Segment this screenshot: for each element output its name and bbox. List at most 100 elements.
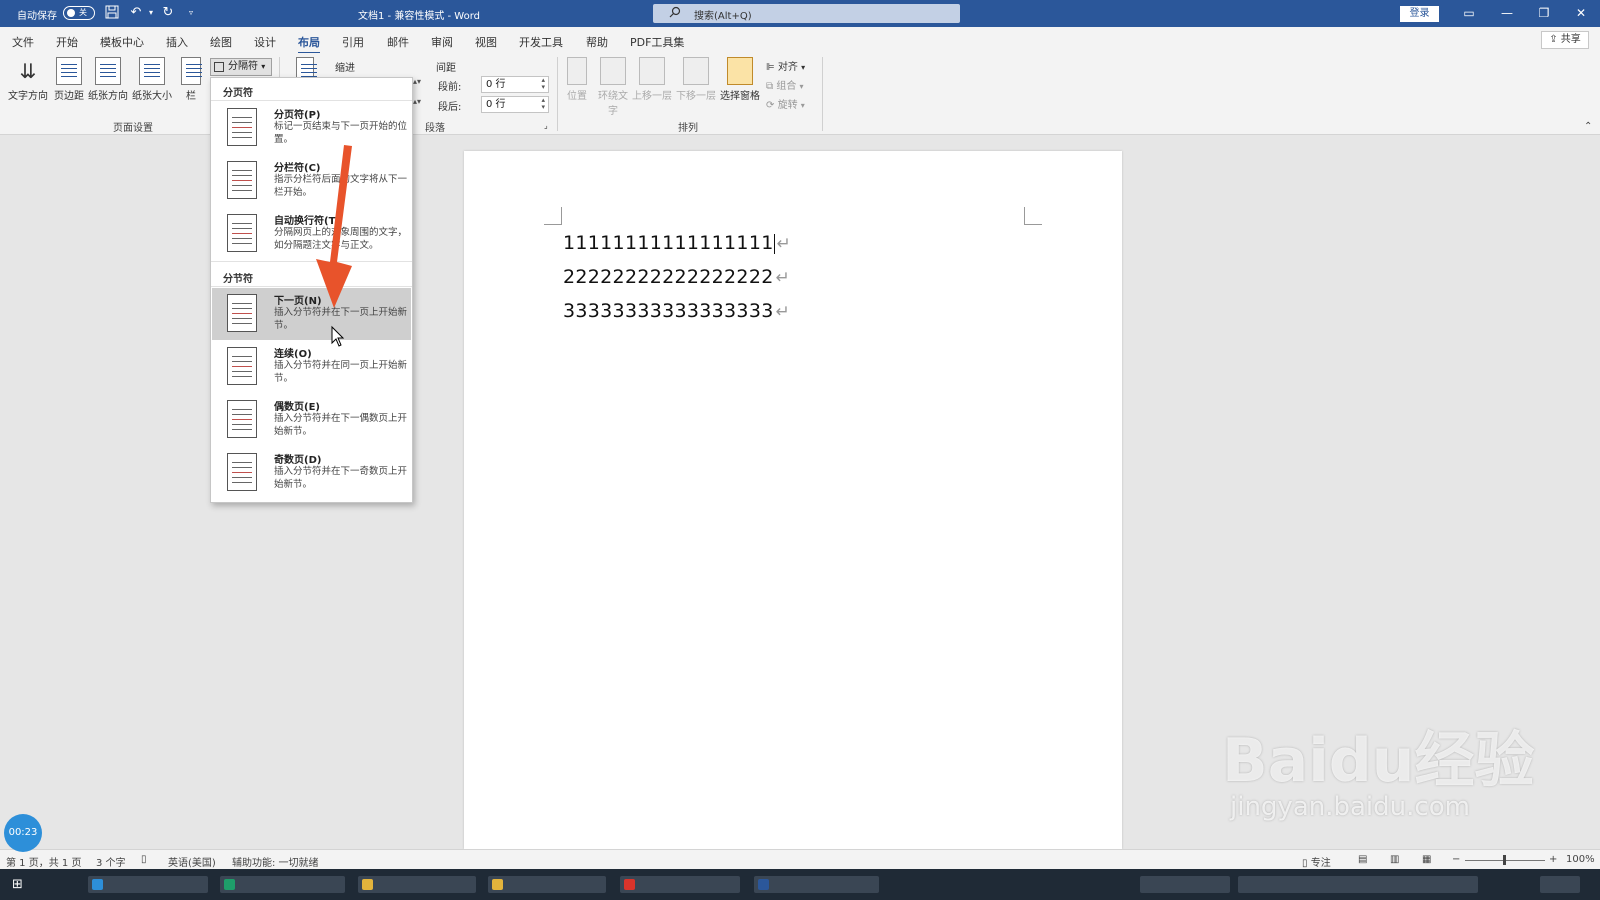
menu-item-description: 插入分节符并在下一偶数页上开始新节。 (274, 413, 408, 437)
group-separator (822, 57, 823, 131)
menu-item-description: 指示分栏符后面的文字将从下一栏开始。 (274, 174, 408, 198)
size-button[interactable]: 纸张大小 (131, 57, 173, 102)
document-line-2[interactable]: 22222222222222222 ↵ (563, 266, 790, 288)
bring-forward-label: 上移一层 (632, 91, 672, 102)
tab-file[interactable]: 文件 (12, 34, 34, 50)
spinner-icon[interactable]: ▴ ▾ (541, 77, 545, 91)
spinner-icon[interactable]: ▴ ▾ (541, 97, 545, 111)
tab-layout[interactable]: 布局 (298, 34, 320, 54)
indent-left-spinner-arrows[interactable]: ▴▾ (413, 77, 421, 86)
undo-dropdown-icon[interactable]: ▾ (143, 5, 159, 21)
focus-mode-button[interactable]: ▯ 专注 (1302, 854, 1331, 869)
clock[interactable] (1540, 876, 1580, 893)
tab-view[interactable]: 视图 (475, 34, 497, 50)
taskbar-app[interactable] (358, 876, 476, 893)
chevron-down-icon: ▾ (800, 101, 805, 110)
search-box[interactable]: 搜索(Alt+Q) (653, 4, 960, 23)
system-tray[interactable] (1140, 876, 1230, 893)
send-backward-button[interactable]: 下移一层 (675, 57, 717, 102)
text-cursor (773, 233, 775, 254)
zoom-level[interactable]: 100% (1566, 854, 1595, 865)
columns-button[interactable]: 栏 (178, 57, 204, 102)
restore-icon[interactable]: ❐ (1534, 4, 1554, 22)
paragraph-mark: ↵ (775, 302, 791, 322)
document-page[interactable]: 11111111111111111 ↵ 22222222222222222 ↵ 33… (464, 151, 1122, 849)
menu-item-title: 连续(O) (274, 349, 312, 360)
selection-pane-button[interactable]: 选择窗格 (719, 57, 761, 102)
taskbar-app[interactable] (754, 876, 879, 893)
margins-button[interactable]: 页边距 (52, 57, 86, 102)
tab-template-center[interactable]: 模板中心 (100, 34, 144, 50)
zoom-slider[interactable] (1465, 855, 1545, 865)
start-icon[interactable]: ⊞ (12, 877, 23, 892)
spacing-before-label: 段前: (438, 82, 462, 93)
wrap-text-label: 环绕文字 (598, 91, 628, 117)
customize-quick-access-icon[interactable]: ▿ (183, 5, 199, 21)
minimize-icon[interactable]: — (1497, 4, 1517, 22)
zoom-out-icon[interactable]: − (1452, 854, 1460, 865)
language[interactable]: 英语(美国) (168, 854, 216, 869)
redo-icon[interactable]: ↻ (160, 5, 176, 21)
text-direction-button[interactable]: ⇊ 文字方向 (8, 57, 48, 102)
accessibility-status[interactable]: 辅助功能: 一切就绪 (232, 854, 319, 869)
position-button[interactable]: 位置 (564, 57, 590, 102)
word-count[interactable]: 3 个字 (96, 854, 126, 869)
login-button[interactable]: 登录 (1400, 6, 1439, 22)
share-button[interactable]: ⇪ 共享 (1541, 31, 1589, 49)
zoom-in-icon[interactable]: + (1549, 854, 1557, 865)
orientation-button[interactable]: 纸张方向 (88, 57, 128, 102)
tab-insert[interactable]: 插入 (166, 34, 188, 50)
menu-item-continuous[interactable]: 连续(O) 插入分节符并在同一页上开始新节。 (212, 341, 411, 393)
document-line-3[interactable]: 33333333333333333 ↵ (563, 300, 790, 322)
ribbon-display-options-icon[interactable]: ▭ (1459, 4, 1479, 22)
title-bar: 自动保存 关 ↶ ▾ ↻ ▿ 文档1 - 兼容性模式 - Word 搜索(Alt… (0, 0, 1600, 27)
taskbar-app[interactable] (488, 876, 606, 893)
tab-review[interactable]: 审阅 (431, 34, 453, 50)
read-mode-icon[interactable]: ▤ (1358, 854, 1367, 865)
menu-item-odd-page[interactable]: 奇数页(D) 插入分节符并在下一奇数页上开始新节。 (212, 447, 411, 499)
paragraph-dialog-launcher-icon[interactable]: ⌟ (544, 121, 548, 130)
margins-icon (56, 57, 82, 85)
tab-mailings[interactable]: 邮件 (387, 34, 409, 50)
group-button[interactable]: ⧉ 组合 ▾ (766, 77, 804, 92)
menu-item-even-page[interactable]: 偶数页(E) 插入分节符并在下一偶数页上开始新节。 (212, 394, 411, 446)
wrap-text-button[interactable]: 环绕文字 (596, 57, 630, 117)
menu-item-description: 插入分节符并在下一奇数页上开始新节。 (274, 466, 408, 490)
zoom-slider-thumb[interactable] (1503, 855, 1506, 865)
close-icon[interactable]: ✕ (1571, 4, 1591, 22)
menu-item-next-page[interactable]: 下一页(N) 插入分节符并在下一页上开始新节。 (212, 288, 411, 340)
web-layout-icon[interactable]: ▦ (1422, 854, 1431, 865)
page-count[interactable]: 第 1 页，共 1 页 (6, 854, 81, 869)
indent-right-spinner-arrows[interactable]: ▴▾ (413, 97, 421, 106)
breaks-button[interactable]: 分隔符 ▾ (210, 58, 272, 76)
save-icon[interactable] (104, 5, 120, 21)
print-layout-icon[interactable]: ▥ (1390, 854, 1399, 865)
tab-help[interactable]: 帮助 (586, 34, 608, 50)
taskbar-app[interactable] (620, 876, 740, 893)
undo-icon[interactable]: ↶ (128, 5, 144, 21)
system-tray-icons[interactable] (1238, 876, 1478, 893)
next-page-icon (227, 294, 257, 332)
taskbar-app[interactable] (220, 876, 345, 893)
tab-references[interactable]: 引用 (342, 34, 364, 50)
collapse-ribbon-icon[interactable]: ⌃ (1584, 121, 1592, 132)
align-button[interactable]: ⊫ 对齐 ▾ (766, 58, 805, 73)
autosave-label: 自动保存 (17, 11, 57, 22)
menu-item-page-break[interactable]: 分页符(P) 标记一页结束与下一页开始的位置。 (212, 102, 411, 154)
bring-forward-button[interactable]: 上移一层 (631, 57, 673, 102)
menu-item-text-wrapping-break[interactable]: 自动换行符(T) 分隔网页上的对象周围的文字，如分隔题注文字与正文。 (212, 208, 411, 260)
tab-design[interactable]: 设计 (254, 34, 276, 50)
spacing-after-input[interactable]: 0 行 ▴ ▾ (481, 96, 549, 113)
tab-pdf-tools[interactable]: PDF工具集 (630, 34, 684, 50)
proofing-icon[interactable]: ▯ (141, 854, 147, 865)
tab-home[interactable]: 开始 (56, 34, 78, 50)
tab-draw[interactable]: 绘图 (210, 34, 232, 50)
menu-item-column-break[interactable]: 分栏符(C) 指示分栏符后面的文字将从下一栏开始。 (212, 155, 411, 207)
taskbar-app[interactable] (88, 876, 208, 893)
tab-developer[interactable]: 开发工具 (519, 34, 563, 50)
document-line-1[interactable]: 11111111111111111 ↵ (563, 232, 791, 254)
spacing-before-input[interactable]: 0 行 ▴ ▾ (481, 76, 549, 93)
odd-page-icon (227, 453, 257, 491)
autosave-toggle[interactable]: 关 (63, 6, 95, 20)
rotate-button[interactable]: ⟳ 旋转 ▾ (766, 96, 805, 111)
